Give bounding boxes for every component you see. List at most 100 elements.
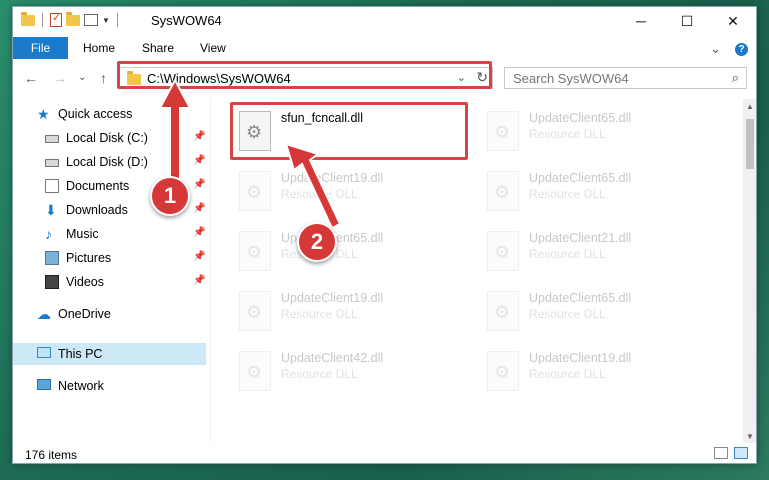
pin-icon[interactable]: 📌 <box>193 203 205 214</box>
step2-badge: 2 <box>297 222 337 262</box>
file-item[interactable]: UpdateClient65.dll Resource DLL <box>483 105 723 161</box>
title-bar: ▼ SysWOW64 ─ ☐ ✕ <box>13 7 756 35</box>
pictures-icon <box>45 251 59 265</box>
dll-file-icon <box>239 171 271 211</box>
this-pc-icon <box>37 347 51 358</box>
dll-file-icon <box>239 351 271 391</box>
file-item[interactable]: UpdateClient65.dll Resource DLL <box>483 285 723 341</box>
sidebar-item-label: Local Disk (D:) <box>66 155 148 169</box>
dll-file-icon <box>487 111 519 151</box>
file-item[interactable]: UpdateClient42.dll Resource DLL <box>235 345 475 401</box>
back-button[interactable]: ← <box>24 70 38 86</box>
scroll-up-arrow-icon[interactable]: ▲ <box>743 99 756 113</box>
file-type: Resource DLL <box>281 307 358 321</box>
drive-icon <box>45 135 59 143</box>
folder-icon <box>21 11 35 26</box>
pin-icon[interactable]: 📌 <box>193 227 205 238</box>
sidebar-item-onedrive[interactable]: ☁ OneDrive <box>13 303 206 325</box>
sidebar-item-pictures[interactable]: Pictures 📌 <box>13 247 206 269</box>
file-name: UpdateClient19.dll <box>281 291 384 305</box>
sidebar-item-label: Local Disk (C:) <box>66 131 148 145</box>
dll-file-icon <box>487 171 519 211</box>
dll-file-icon <box>239 291 271 331</box>
sidebar-item-videos[interactable]: Videos 📌 <box>13 271 206 293</box>
file-name: UpdateClient21.dll <box>529 231 632 245</box>
file-name: UpdateClient65.dll <box>529 171 632 185</box>
vertical-scrollbar[interactable]: ▲ ▼ <box>743 99 756 443</box>
tab-file[interactable]: File <box>13 37 68 59</box>
search-input[interactable]: Search SysWOW64 ⌕ <box>504 67 747 89</box>
close-button[interactable]: ✕ <box>710 7 756 35</box>
sidebar-item-label: Downloads <box>66 203 128 217</box>
file-name: UpdateClient19.dll <box>529 351 632 365</box>
details-view-icon[interactable] <box>714 447 728 459</box>
file-type: Resource DLL <box>529 367 606 381</box>
sidebar-item-label: OneDrive <box>58 307 111 321</box>
toolbar-divider <box>42 13 43 27</box>
large-icons-view-icon[interactable] <box>734 447 748 459</box>
sidebar-item-label: Network <box>58 379 104 393</box>
sidebar-item-this-pc[interactable]: This PC <box>13 343 206 365</box>
properties-check-icon[interactable] <box>50 11 62 27</box>
window-title: SysWOW64 <box>151 13 222 28</box>
sidebar-item-label: Videos <box>66 275 104 289</box>
up-button[interactable]: ↑ <box>100 70 107 86</box>
tab-home[interactable]: Home <box>83 41 115 55</box>
quick-access-star-icon: ★ <box>37 106 50 122</box>
file-item[interactable]: UpdateClient65.dll Resource DLL <box>483 165 723 221</box>
sidebar-item-label: Pictures <box>66 251 112 265</box>
ribbon-tabs: File Home Share View ⌄ ? <box>13 35 756 59</box>
pin-icon[interactable]: 📌 <box>193 251 205 262</box>
search-icon[interactable]: ⌕ <box>732 70 739 86</box>
forward-button[interactable]: → <box>53 70 67 86</box>
recent-locations-chevron-icon[interactable]: ⌄ <box>78 72 86 83</box>
file-item[interactable]: UpdateClient19.dll Resource DLL <box>235 285 475 341</box>
minimize-button[interactable]: ─ <box>618 7 664 35</box>
file-type: Resource DLL <box>529 307 606 321</box>
sidebar-item-label: This PC <box>58 347 103 361</box>
expand-ribbon-chevron-icon[interactable]: ⌄ <box>710 41 721 57</box>
help-icon[interactable]: ? <box>735 42 748 56</box>
network-icon <box>37 379 51 390</box>
sidebar-item-label: Music <box>66 227 99 241</box>
new-folder-icon[interactable] <box>66 11 80 26</box>
dll-file-icon <box>239 231 271 271</box>
documents-icon <box>45 179 59 193</box>
view-properties-icon[interactable] <box>84 14 98 26</box>
downloads-icon: ⬇ <box>45 202 57 218</box>
sidebar-item-network[interactable]: Network <box>13 375 206 397</box>
sidebar-item-label: Documents <box>66 179 130 193</box>
dll-file-icon <box>487 351 519 391</box>
drive-icon <box>45 159 59 167</box>
file-type: Resource DLL <box>281 367 358 381</box>
maximize-button[interactable]: ☐ <box>664 7 710 35</box>
sidebar-item-label: Quick access <box>58 107 133 121</box>
onedrive-icon: ☁ <box>37 306 51 322</box>
quick-access-toolbar: ▼ <box>21 11 121 27</box>
window-controls: ─ ☐ ✕ <box>618 7 756 35</box>
file-type: Resource DLL <box>529 187 606 201</box>
toolbar-divider <box>116 13 118 27</box>
file-item[interactable]: UpdateClient19.dll Resource DLL <box>235 165 475 221</box>
search-placeholder: Search SysWOW64 <box>513 71 629 86</box>
file-type: Resource DLL <box>529 127 606 141</box>
file-item[interactable]: UpdateClient19.dll Resource DLL <box>483 345 723 401</box>
file-name: UpdateClient42.dll <box>281 351 384 365</box>
dll-file-icon <box>487 291 519 331</box>
scrollbar-thumb[interactable] <box>746 119 754 169</box>
customize-toolbar-chevron-icon[interactable]: ▼ <box>102 16 110 25</box>
sidebar-item-music[interactable]: ♪ Music 📌 <box>13 223 206 245</box>
file-item[interactable]: UpdateClient21.dll Resource DLL <box>483 225 723 281</box>
scroll-down-arrow-icon[interactable]: ▼ <box>743 429 756 443</box>
pane-divider[interactable] <box>210 99 211 443</box>
item-count: 176 items <box>25 448 78 462</box>
tab-share[interactable]: Share <box>142 41 174 55</box>
status-bar: 176 items <box>13 443 756 463</box>
file-name: UpdateClient65.dll <box>529 291 632 305</box>
pin-icon[interactable]: 📌 <box>193 275 205 286</box>
file-type: Resource DLL <box>529 247 606 261</box>
tab-view[interactable]: View <box>200 41 226 55</box>
videos-icon <box>45 275 59 289</box>
file-item[interactable]: UpdateClient65.dll Resource DLL <box>235 225 475 281</box>
step1-badge: 1 <box>150 176 190 216</box>
